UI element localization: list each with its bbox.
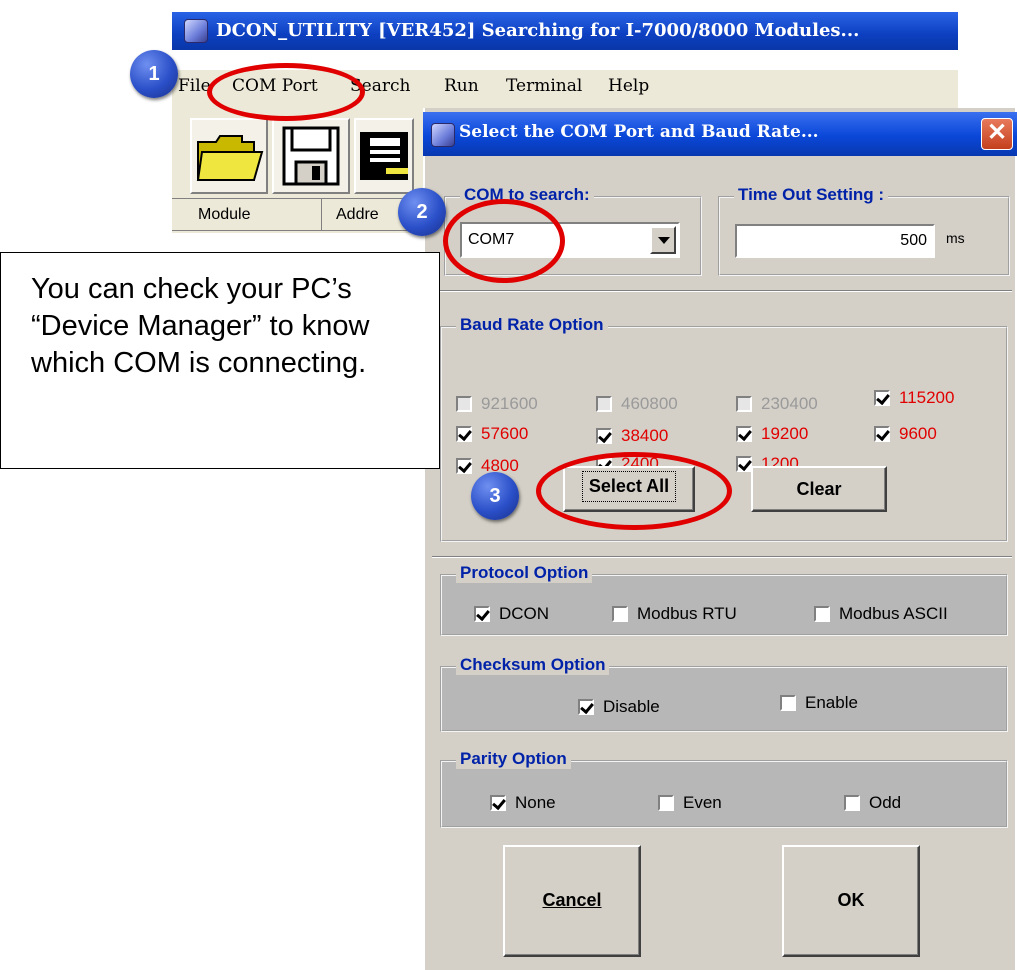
checkmark-icon[interactable] <box>874 426 890 442</box>
checkmark-icon[interactable] <box>874 390 890 406</box>
checksum-group: Checksum Option <box>440 655 1008 732</box>
checkmark-icon[interactable] <box>736 426 752 442</box>
parity-none-checkbox[interactable]: None <box>490 793 556 813</box>
app-icon <box>184 19 208 43</box>
ok-label: OK <box>837 890 865 910</box>
parity-even-checkbox[interactable]: Even <box>658 793 722 813</box>
baud-19200-checkbox[interactable]: 19200 <box>736 424 808 444</box>
clear-button[interactable]: Clear <box>751 466 887 512</box>
checkbox-box[interactable] <box>596 396 612 412</box>
baud-460800-label: 460800 <box>621 394 678 413</box>
timeout-group-label: Time Out Setting : <box>734 185 889 205</box>
divider <box>432 556 1012 558</box>
baud-921600-label: 921600 <box>481 394 538 413</box>
ok-button[interactable]: OK <box>782 845 920 957</box>
cancel-button[interactable]: Cancel <box>503 845 641 957</box>
baud-230400-checkbox[interactable]: 230400 <box>736 394 818 414</box>
baud-115200-checkbox[interactable]: 115200 <box>874 388 954 408</box>
parity-none-label: None <box>515 793 556 812</box>
floppy-disk-icon <box>282 126 340 186</box>
cancel-label: Cancel <box>542 890 602 910</box>
baud-921600-checkbox[interactable]: 921600 <box>456 394 538 414</box>
menu-run[interactable]: Run <box>444 76 479 96</box>
baud-rate-group-label: Baud Rate Option <box>456 315 608 335</box>
step-2-badge: 2 <box>398 188 446 236</box>
checkmark-icon[interactable] <box>456 458 472 474</box>
highlight-select-all <box>536 452 732 530</box>
checkbox-box[interactable] <box>612 606 628 622</box>
parity-group-label: Parity Option <box>456 749 571 769</box>
baud-57600-checkbox[interactable]: 57600 <box>456 424 528 444</box>
callout-note: You can check your PC’s “Device Manager”… <box>0 252 440 469</box>
dialog-title: Select the COM Port and Baud Rate... <box>459 122 819 142</box>
save-button[interactable] <box>272 118 350 194</box>
checksum-enable-checkbox[interactable]: Enable <box>780 693 858 713</box>
checkmark-icon[interactable] <box>736 456 752 472</box>
checkbox-box[interactable] <box>780 695 796 711</box>
protocol-dcon-checkbox[interactable]: DCON <box>474 604 549 624</box>
checkbox-box[interactable] <box>844 795 860 811</box>
baud-230400-label: 230400 <box>761 394 818 413</box>
timeout-unit: ms <box>946 230 965 246</box>
step-1-badge: 1 <box>130 50 178 98</box>
close-button[interactable]: ✕ <box>981 118 1013 150</box>
terminal-button[interactable] <box>354 118 414 194</box>
divider <box>432 290 1012 292</box>
dialog-app-icon <box>431 123 455 147</box>
protocol-modbus-ascii-checkbox[interactable]: Modbus ASCII <box>814 604 948 624</box>
checkmark-icon[interactable] <box>490 795 506 811</box>
menu-file[interactable]: File <box>178 76 211 96</box>
baud-19200-label: 19200 <box>761 424 809 443</box>
open-folder-button[interactable] <box>190 118 268 194</box>
parity-even-label: Even <box>683 793 722 812</box>
main-window-title: DCON_UTILITY [VER452] Searching for I-70… <box>216 20 860 41</box>
baud-38400-label: 38400 <box>621 426 669 445</box>
baud-115200-label: 115200 <box>899 388 955 407</box>
protocol-modbus-rtu-label: Modbus RTU <box>637 604 737 623</box>
dialog-titlebar: Select the COM Port and Baud Rate... ✕ <box>423 112 1017 156</box>
chevron-down-icon[interactable] <box>650 226 676 254</box>
toolbar <box>172 108 432 198</box>
baud-38400-checkbox[interactable]: 38400 <box>596 426 668 446</box>
checksum-disable-checkbox[interactable]: Disable <box>578 697 660 717</box>
checkmark-icon[interactable] <box>474 606 490 622</box>
module-grid-header: Module Addre <box>172 198 432 233</box>
parity-odd-label: Odd <box>869 793 902 812</box>
checkbox-box[interactable] <box>456 396 472 412</box>
checksum-enable-label: Enable <box>805 693 858 712</box>
checksum-disable-label: Disable <box>603 697 660 716</box>
checksum-group-label: Checksum Option <box>456 655 610 675</box>
checkbox-box[interactable] <box>658 795 674 811</box>
menu-terminal[interactable]: Terminal <box>506 76 582 96</box>
protocol-modbus-ascii-label: Modbus ASCII <box>839 604 948 623</box>
timeout-input[interactable]: 500 <box>735 224 935 258</box>
checkmark-icon[interactable] <box>596 428 612 444</box>
protocol-group-label: Protocol Option <box>456 563 593 583</box>
step-3-badge: 3 <box>471 472 519 520</box>
baud-460800-checkbox[interactable]: 460800 <box>596 394 678 414</box>
baud-9600-checkbox[interactable]: 9600 <box>874 424 937 444</box>
checkbox-box[interactable] <box>814 606 830 622</box>
printer-icon <box>360 132 408 180</box>
highlight-com-port-menu <box>207 63 365 121</box>
highlight-com-select <box>443 199 565 283</box>
main-window-titlebar: DCON_UTILITY [VER452] Searching for I-70… <box>172 12 958 50</box>
column-module[interactable]: Module <box>172 199 322 231</box>
checkmark-icon[interactable] <box>578 699 594 715</box>
close-icon: ✕ <box>986 119 1008 146</box>
menu-help[interactable]: Help <box>608 76 649 96</box>
checkbox-box[interactable] <box>736 396 752 412</box>
protocol-modbus-rtu-checkbox[interactable]: Modbus RTU <box>612 604 737 624</box>
parity-odd-checkbox[interactable]: Odd <box>844 793 901 813</box>
baud-57600-label: 57600 <box>481 424 529 443</box>
protocol-dcon-label: DCON <box>499 604 550 623</box>
folder-icon <box>196 135 264 181</box>
checkmark-icon[interactable] <box>456 426 472 442</box>
baud-9600-label: 9600 <box>899 424 937 443</box>
clear-label: Clear <box>796 479 842 499</box>
